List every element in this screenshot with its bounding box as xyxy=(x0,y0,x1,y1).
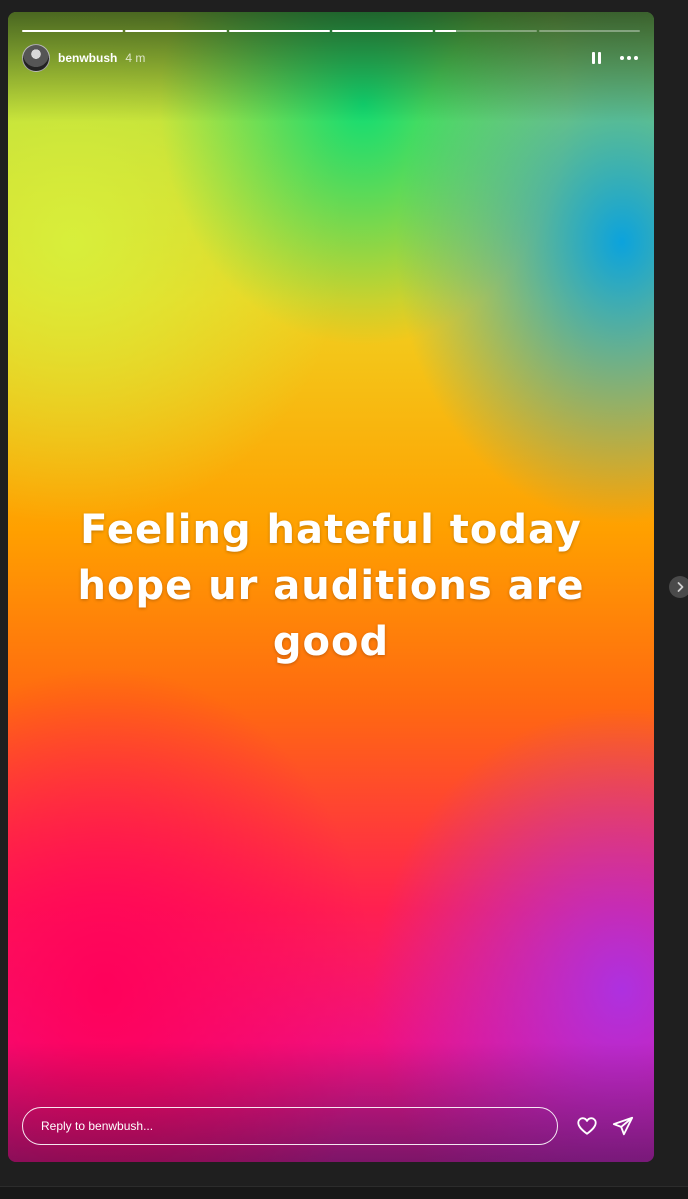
story-caption: Feeling hateful today hope ur auditions … xyxy=(48,502,614,670)
progress-fill xyxy=(331,30,434,32)
story-header: benwbush 4 m xyxy=(22,42,640,74)
caption-line: good xyxy=(272,619,390,665)
pause-icon[interactable] xyxy=(588,50,604,66)
progress-segment xyxy=(22,30,124,32)
window-bottom-bar xyxy=(0,1186,688,1199)
story-progress-bar xyxy=(22,30,640,32)
more-options-icon[interactable] xyxy=(618,52,640,64)
reply-input[interactable] xyxy=(22,1107,558,1145)
progress-segment xyxy=(331,30,434,32)
progress-fill xyxy=(435,30,456,32)
heart-icon[interactable] xyxy=(576,1115,598,1137)
progress-fill xyxy=(125,30,227,32)
avatar[interactable] xyxy=(22,44,50,72)
progress-segment xyxy=(435,30,537,32)
story-card[interactable]: benwbush 4 m Feeling hateful today hope … xyxy=(8,12,654,1162)
story-viewer: benwbush 4 m Feeling hateful today hope … xyxy=(0,0,688,1199)
header-controls xyxy=(588,50,640,66)
username[interactable]: benwbush xyxy=(58,51,117,65)
progress-fill xyxy=(22,30,124,32)
story-footer xyxy=(22,1106,640,1146)
footer-actions xyxy=(576,1115,640,1137)
post-time: 4 m xyxy=(125,51,146,65)
caption-line: Feeling hateful today xyxy=(80,507,582,553)
progress-segment xyxy=(125,30,227,32)
progress-segment xyxy=(538,30,640,32)
chevron-right-icon xyxy=(677,582,684,592)
next-story-button[interactable] xyxy=(669,576,688,598)
caption-line: hope ur auditions are xyxy=(77,563,585,609)
send-icon[interactable] xyxy=(612,1115,634,1137)
progress-segment xyxy=(228,30,330,32)
progress-fill xyxy=(228,30,330,32)
